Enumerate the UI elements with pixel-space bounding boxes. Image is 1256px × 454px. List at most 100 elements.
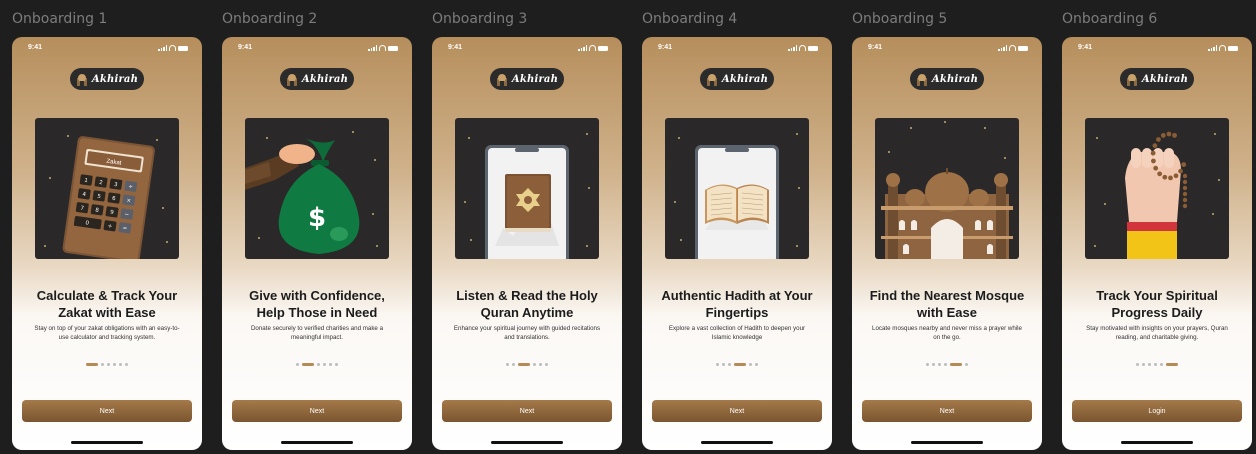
- akhirah-logo-icon: [76, 73, 87, 86]
- screen-description: Stay motivated with insights on your pra…: [1076, 324, 1238, 342]
- page-dot[interactable]: [1160, 363, 1163, 366]
- description-line-2: on the go.: [933, 334, 961, 341]
- page-dot[interactable]: [749, 363, 752, 366]
- page-dot[interactable]: [113, 363, 116, 366]
- screen-title: Authentic Hadith at Your Fingertips: [652, 287, 822, 321]
- status-bar: 9:41: [448, 44, 608, 54]
- login-button[interactable]: Login: [1072, 400, 1242, 422]
- description-line-1: Explore a vast collection of Hadith to d…: [668, 325, 806, 332]
- page-dot[interactable]: [1142, 363, 1145, 366]
- description-line-1: Locate mosques nearby and never miss a p…: [872, 325, 1022, 332]
- illustration-panel: Zakat 1 2 3 ÷ 4 5 6 × 7 8 9−0 + =: [35, 118, 179, 259]
- app-logo: Akhirah: [280, 68, 354, 90]
- page-dot[interactable]: [512, 363, 515, 366]
- status-time: 9:41: [238, 44, 253, 51]
- home-indicator: [281, 441, 353, 444]
- page-dot[interactable]: [323, 363, 326, 366]
- screen-title: Find the Nearest Mosque with Ease: [862, 287, 1032, 321]
- illustration-panel: [665, 118, 809, 259]
- onboarding-screen-3: 9:41 Akhirah Listen & Read the Holy Quran A…: [432, 37, 622, 450]
- description-line-2: use calculator and tracking system.: [58, 334, 156, 341]
- page-dot[interactable]: [506, 363, 509, 366]
- page-dot[interactable]: [545, 363, 548, 366]
- home-indicator: [71, 441, 143, 444]
- battery-icon: [388, 46, 398, 51]
- screen-description: Explore a vast collection of Hadith to d…: [656, 324, 818, 342]
- screen-title-line-2: with Ease: [917, 305, 977, 320]
- page-dot[interactable]: [728, 363, 731, 366]
- page-dot[interactable]: [101, 363, 104, 366]
- page-dot-active[interactable]: [518, 363, 530, 366]
- home-indicator: [1121, 441, 1193, 444]
- app-logo-text: Akhirah: [721, 73, 769, 85]
- battery-icon: [178, 46, 188, 51]
- page-dot[interactable]: [335, 363, 338, 366]
- description-line-1: Stay on top of your zakat obligations wi…: [34, 325, 180, 332]
- battery-icon: [598, 46, 608, 51]
- page-dot[interactable]: [944, 363, 947, 366]
- screen-title-line-2: Help Those in Need: [256, 305, 378, 320]
- home-indicator: [491, 441, 563, 444]
- status-time: 9:41: [28, 44, 43, 51]
- page-dot[interactable]: [1136, 363, 1139, 366]
- screen-title: Give with Confidence, Help Those in Need: [232, 287, 402, 321]
- battery-icon: [1228, 46, 1238, 51]
- frame-label: Onboarding 1: [12, 11, 108, 27]
- page-dot[interactable]: [119, 363, 122, 366]
- page-dot[interactable]: [317, 363, 320, 366]
- money-bag-icon: $: [245, 131, 378, 254]
- page-dot[interactable]: [926, 363, 929, 366]
- wifi-icon: [589, 45, 596, 51]
- status-time: 9:41: [448, 44, 463, 51]
- page-dot-active[interactable]: [950, 363, 962, 366]
- onboarding-screen-2: 9:41 Akhirah $ Give with Confidence, Help Th…: [222, 37, 412, 450]
- next-button[interactable]: Next: [22, 400, 192, 422]
- status-bar: 9:41: [28, 44, 188, 54]
- wifi-icon: [1219, 45, 1226, 51]
- page-dot[interactable]: [938, 363, 941, 366]
- screen-title: Listen & Read the Holy Quran Anytime: [442, 287, 612, 321]
- page-dot[interactable]: [1154, 363, 1157, 366]
- page-dot[interactable]: [722, 363, 725, 366]
- next-button[interactable]: Next: [652, 400, 822, 422]
- onboarding-screen-1: 9:41 Akhirah Zakat 1 2 3 ÷ 4 5 6 × 7 8 9−0 + = Calculate…: [12, 37, 202, 450]
- page-dot-active[interactable]: [734, 363, 746, 366]
- next-button[interactable]: Next: [232, 400, 402, 422]
- page-dot[interactable]: [932, 363, 935, 366]
- page-dot[interactable]: [533, 363, 536, 366]
- page-dot-active[interactable]: [302, 363, 314, 366]
- page-dot[interactable]: [539, 363, 542, 366]
- app-logo: Akhirah: [490, 68, 564, 90]
- app-logo-text: Akhirah: [511, 73, 559, 85]
- page-dot[interactable]: [716, 363, 719, 366]
- description-line-2: and translations.: [504, 334, 550, 341]
- page-dot[interactable]: [755, 363, 758, 366]
- next-button[interactable]: Next: [442, 400, 612, 422]
- app-logo: Akhirah: [910, 68, 984, 90]
- page-dot[interactable]: [329, 363, 332, 366]
- page-dot[interactable]: [296, 363, 299, 366]
- app-logo: Akhirah: [70, 68, 144, 90]
- page-dot-active[interactable]: [1166, 363, 1178, 366]
- app-logo: Akhirah: [700, 68, 774, 90]
- frame-label: Onboarding 6: [1062, 11, 1158, 27]
- status-bar: 9:41: [658, 44, 818, 54]
- page-dot[interactable]: [125, 363, 128, 366]
- next-button[interactable]: Next: [862, 400, 1032, 422]
- page-dot-active[interactable]: [86, 363, 98, 366]
- description-line-2: Islamic knowledge: [711, 334, 763, 341]
- page-dot[interactable]: [107, 363, 110, 366]
- status-bar: 9:41: [238, 44, 398, 54]
- description-line-2: reading, and charitable giving.: [1115, 334, 1199, 341]
- frame-label: Onboarding 4: [642, 11, 738, 27]
- page-dot[interactable]: [965, 363, 968, 366]
- screen-title-line-2: Progress Daily: [1111, 305, 1203, 320]
- home-indicator: [911, 441, 983, 444]
- app-logo-text: Akhirah: [931, 73, 979, 85]
- page-dot[interactable]: [1148, 363, 1151, 366]
- signal-icon: [1208, 45, 1217, 51]
- status-bar: 9:41: [868, 44, 1028, 54]
- screen-description: Locate mosques nearby and never miss a p…: [866, 324, 1028, 342]
- description-line-1: Stay motivated with insights on your pra…: [1086, 325, 1228, 332]
- screen-title-line-1: Track Your Spiritual: [1096, 288, 1218, 303]
